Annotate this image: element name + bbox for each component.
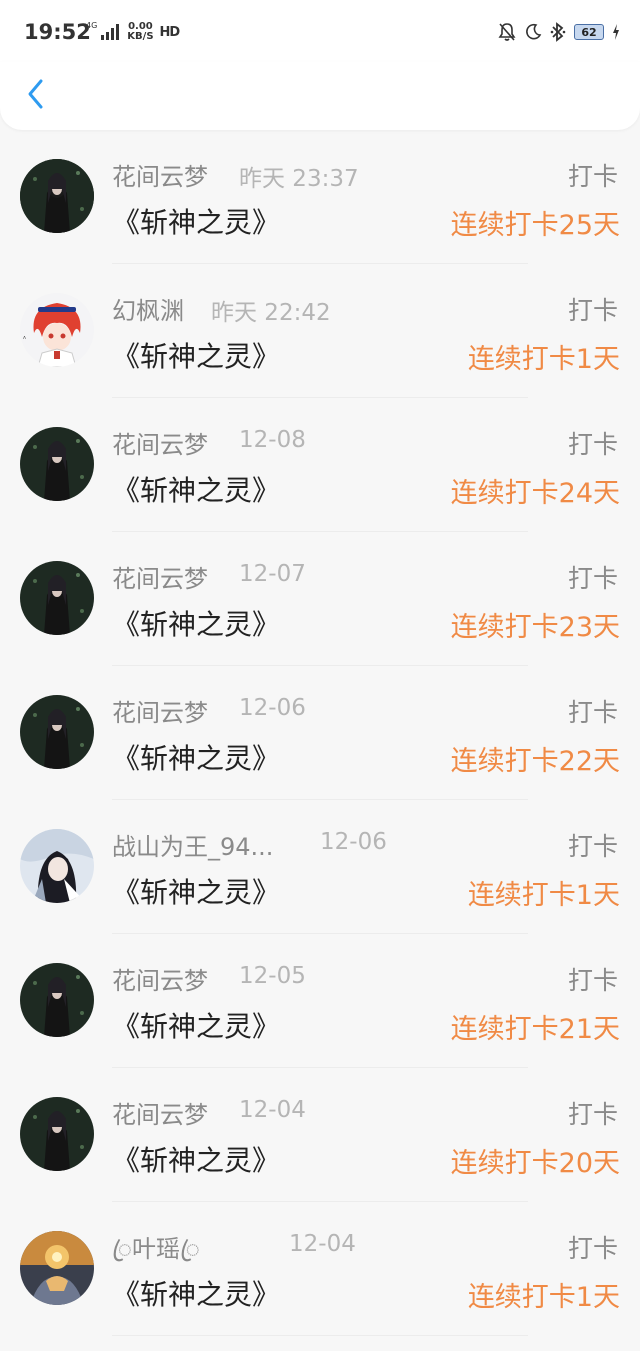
post-time: 12-05 bbox=[239, 963, 306, 989]
dark-anime-avatar-image bbox=[20, 427, 94, 501]
action-label: 打卡 bbox=[567, 564, 618, 593]
book-title[interactable]: 《斩神之灵》 bbox=[112, 603, 280, 643]
network-speed-unit: KB/S bbox=[127, 31, 154, 42]
network-type: 4G bbox=[86, 21, 98, 30]
avatar[interactable] bbox=[20, 427, 94, 501]
action-label: 打卡 bbox=[567, 832, 618, 861]
avatar[interactable]: ʌ bbox=[20, 293, 94, 367]
post-time: 12-06 bbox=[320, 829, 387, 855]
streak-label: 连续打卡1天 bbox=[467, 344, 620, 375]
warm-light-avatar-image bbox=[20, 1231, 94, 1305]
dark-anime-avatar-image bbox=[20, 159, 94, 233]
streak-label: 连续打卡1天 bbox=[467, 880, 620, 911]
user-name[interactable]: ꦿ叶瑶ꦿ bbox=[112, 1229, 200, 1279]
streak-label: 连续打卡21天 bbox=[450, 1014, 620, 1045]
streak-label: 连续打卡25天 bbox=[450, 210, 620, 241]
user-name[interactable]: 花间云梦 bbox=[112, 425, 208, 460]
network-speed: 0.00 KB/S bbox=[127, 22, 153, 42]
book-title[interactable]: 《斩神之灵》 bbox=[112, 871, 280, 911]
hd-indicator: HD bbox=[159, 24, 181, 40]
list-item[interactable]: 花间云梦 12-04 打卡 《斩神之灵》 连续打卡20天 bbox=[0, 1068, 640, 1202]
user-name[interactable]: 花间云梦 bbox=[112, 559, 208, 594]
back-button[interactable] bbox=[18, 74, 54, 114]
avatar[interactable] bbox=[20, 695, 94, 769]
streak-label: 连续打卡23天 bbox=[450, 612, 620, 643]
action-label: 打卡 bbox=[567, 296, 618, 325]
action-label: 打卡 bbox=[567, 698, 618, 727]
book-title[interactable]: 《斩神之灵》 bbox=[112, 469, 280, 509]
user-name[interactable]: 花间云梦 bbox=[112, 693, 208, 728]
bell-off-icon bbox=[498, 22, 516, 42]
action-label: 打卡 bbox=[567, 1100, 618, 1129]
ink-style-anime-avatar-image bbox=[20, 829, 94, 903]
post-time: 昨天 23:37 bbox=[239, 166, 359, 192]
streak-label: 连续打卡20天 bbox=[450, 1148, 620, 1179]
post-time: 12-04 bbox=[239, 1097, 306, 1123]
header-bar bbox=[0, 62, 640, 130]
checkin-list: 花间云梦 昨天 23:37 打卡 《斩神之灵》 连续打卡25天 ʌ 幻枫渊 昨天… bbox=[0, 130, 640, 1336]
user-name[interactable]: 花间云梦 bbox=[112, 157, 208, 192]
user-name[interactable]: 战山为王_94... bbox=[112, 827, 273, 862]
dark-anime-avatar-image bbox=[20, 1097, 94, 1171]
battery-icon: 62 bbox=[574, 24, 604, 40]
status-bar: 19:52 4G 0.00 KB/S HD 62 bbox=[0, 0, 640, 62]
status-time: 19:52 bbox=[24, 20, 91, 44]
post-time: 12-07 bbox=[239, 561, 306, 587]
streak-label: 连续打卡1天 bbox=[467, 1282, 620, 1313]
post-time: 昨天 22:42 bbox=[211, 300, 331, 326]
avatar[interactable] bbox=[20, 1097, 94, 1171]
charging-icon bbox=[612, 24, 620, 40]
streak-label: 连续打卡24天 bbox=[450, 478, 620, 509]
user-name[interactable]: 幻枫渊 bbox=[112, 291, 184, 326]
network-indicator: 4G 0.00 KB/S HD bbox=[86, 21, 181, 43]
book-title[interactable]: 《斩神之灵》 bbox=[112, 1273, 280, 1313]
status-icons: 62 bbox=[498, 21, 620, 43]
red-hair-anime-avatar-image: ʌ bbox=[20, 293, 94, 367]
book-title[interactable]: 《斩神之灵》 bbox=[112, 737, 280, 777]
streak-label: 连续打卡22天 bbox=[450, 746, 620, 777]
action-label: 打卡 bbox=[567, 430, 618, 459]
post-time: 12-04 bbox=[289, 1231, 356, 1257]
moon-icon bbox=[524, 23, 542, 41]
book-title[interactable]: 《斩神之灵》 bbox=[112, 1139, 280, 1179]
list-item[interactable]: ʌ 幻枫渊 昨天 22:42 打卡 《斩神之灵》 连续打卡1天 bbox=[0, 264, 640, 398]
list-item[interactable]: 花间云梦 昨天 23:37 打卡 《斩神之灵》 连续打卡25天 bbox=[0, 130, 640, 264]
list-item[interactable]: ꦿ叶瑶ꦿ 12-04 打卡 《斩神之灵》 连续打卡1天 bbox=[0, 1202, 640, 1336]
svg-text:ʌ: ʌ bbox=[23, 335, 26, 341]
action-label: 打卡 bbox=[567, 162, 618, 191]
post-time: 12-08 bbox=[239, 427, 306, 453]
dark-anime-avatar-image bbox=[20, 561, 94, 635]
avatar[interactable] bbox=[20, 829, 94, 903]
dark-anime-avatar-image bbox=[20, 695, 94, 769]
bluetooth-icon bbox=[550, 22, 566, 42]
book-title[interactable]: 《斩神之灵》 bbox=[112, 1005, 280, 1045]
avatar[interactable] bbox=[20, 963, 94, 1037]
user-name[interactable]: 花间云梦 bbox=[112, 1095, 208, 1130]
user-name[interactable]: 花间云梦 bbox=[112, 961, 208, 996]
dark-anime-avatar-image bbox=[20, 963, 94, 1037]
list-item[interactable]: 战山为王_94... 12-06 打卡 《斩神之灵》 连续打卡1天 bbox=[0, 800, 640, 934]
avatar[interactable] bbox=[20, 1231, 94, 1305]
post-time: 12-06 bbox=[239, 695, 306, 721]
list-item[interactable]: 花间云梦 12-05 打卡 《斩神之灵》 连续打卡21天 bbox=[0, 934, 640, 1068]
avatar[interactable] bbox=[20, 561, 94, 635]
list-item[interactable]: 花间云梦 12-07 打卡 《斩神之灵》 连续打卡23天 bbox=[0, 532, 640, 666]
action-label: 打卡 bbox=[567, 966, 618, 995]
list-item[interactable]: 花间云梦 12-08 打卡 《斩神之灵》 连续打卡24天 bbox=[0, 398, 640, 532]
avatar[interactable] bbox=[20, 159, 94, 233]
book-title[interactable]: 《斩神之灵》 bbox=[112, 201, 280, 241]
action-label: 打卡 bbox=[567, 1234, 618, 1263]
list-item[interactable]: 花间云梦 12-06 打卡 《斩神之灵》 连续打卡22天 bbox=[0, 666, 640, 800]
divider bbox=[112, 1335, 528, 1336]
signal-icon bbox=[101, 24, 120, 40]
chevron-left-icon bbox=[28, 79, 43, 109]
book-title[interactable]: 《斩神之灵》 bbox=[112, 335, 280, 375]
